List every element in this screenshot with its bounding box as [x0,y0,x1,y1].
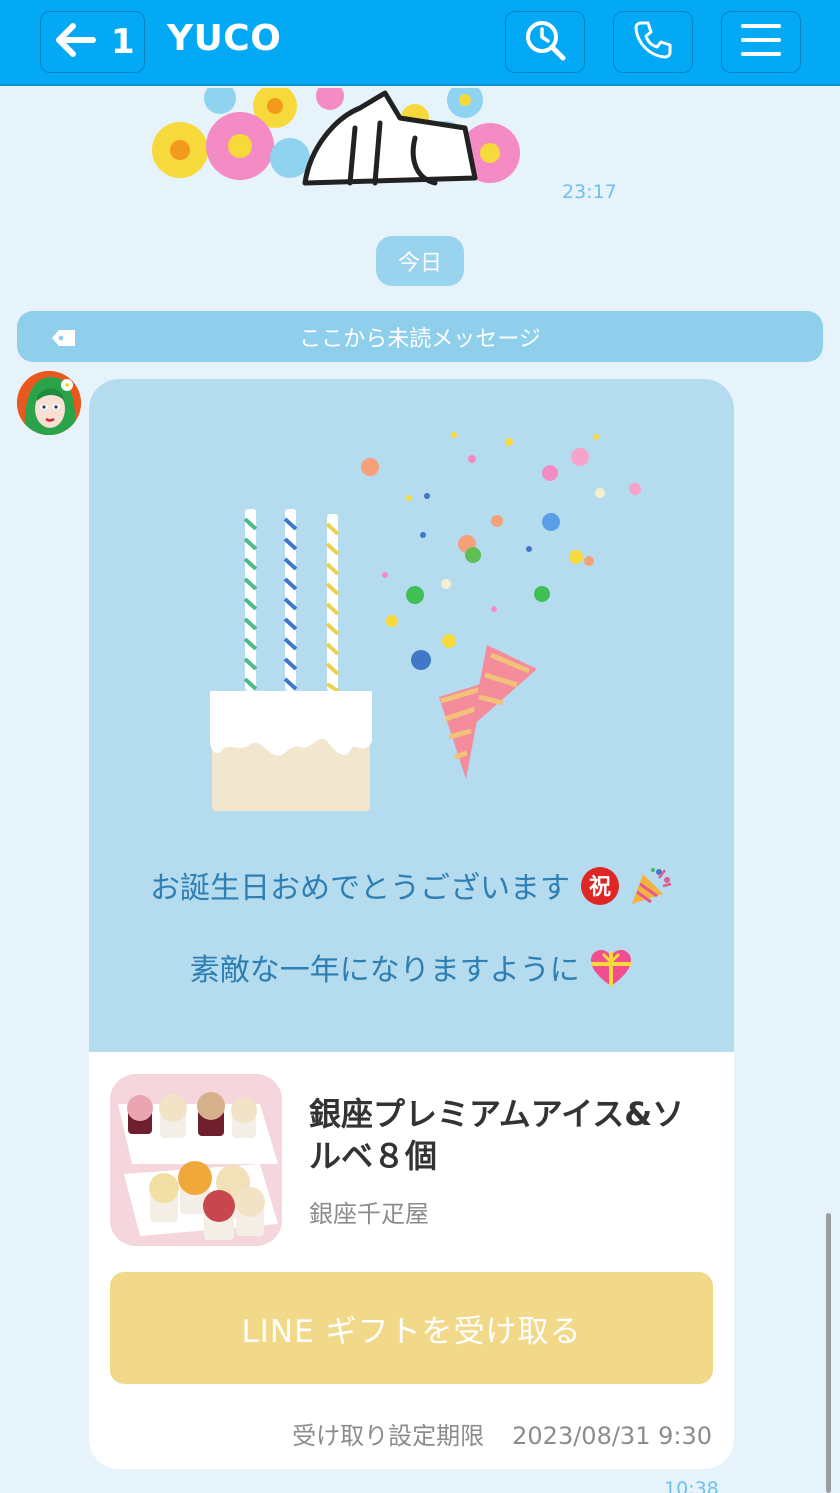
birthday-message-line1: お誕生日おめでとうございます 祝 [89,863,734,914]
heart-ribbon-icon [589,948,633,996]
message-text: お誕生日おめでとうございます [149,871,570,906]
sticker-image[interactable] [145,82,525,193]
message-time: 23:17 [562,181,617,203]
message-time: 10:38 [664,1478,719,1493]
tag-icon [51,328,77,353]
chat-header: 1 YUCO [0,0,840,86]
scrollbar[interactable] [826,1213,831,1493]
birthday-cake-illustration [89,379,734,839]
search-button[interactable] [505,11,585,73]
product-image[interactable] [110,1074,282,1246]
arrow-left-icon [55,23,97,61]
product-name: 銀座プレミアムアイス&ソルベ８個 [309,1095,685,1175]
menu-icon [741,23,781,61]
svg-text:祝: 祝 [588,875,610,900]
birthday-message-line2: 素敵な一年になりますように [89,945,734,996]
party-popper-icon [629,866,673,914]
product-brand: 銀座千疋屋 [309,1200,429,1228]
date-separator: 今日 [376,236,464,286]
deadline-label: 受け取り設定期限 [292,1422,485,1450]
deadline-row: 受け取り設定期限 2023/08/31 9:30 [89,1416,712,1451]
back-button[interactable]: 1 [40,11,145,73]
gift-message-card[interactable]: お誕生日おめでとうございます 祝 素敵な一年になりますように 銀座プレミアムアイ… [89,379,734,1469]
unread-label: ここから未読メッセージ [299,326,541,352]
unread-divider: ここから未読メッセージ [17,311,823,362]
chat-title: YUCO [167,18,282,59]
call-button[interactable] [613,11,693,73]
celebration-kanji-icon: 祝 [580,866,620,914]
unread-count: 1 [111,22,135,62]
deadline-value: 2023/08/31 9:30 [512,1422,712,1450]
phone-icon [632,19,674,65]
menu-button[interactable] [721,11,801,73]
receive-gift-button[interactable]: LINE ギフトを受け取る [110,1272,713,1384]
search-clock-icon [523,18,567,66]
message-text: 素敵な一年になりますように [189,953,580,988]
card-header-area: お誕生日おめでとうございます 祝 素敵な一年になりますように [89,379,734,1052]
avatar[interactable] [17,371,81,435]
